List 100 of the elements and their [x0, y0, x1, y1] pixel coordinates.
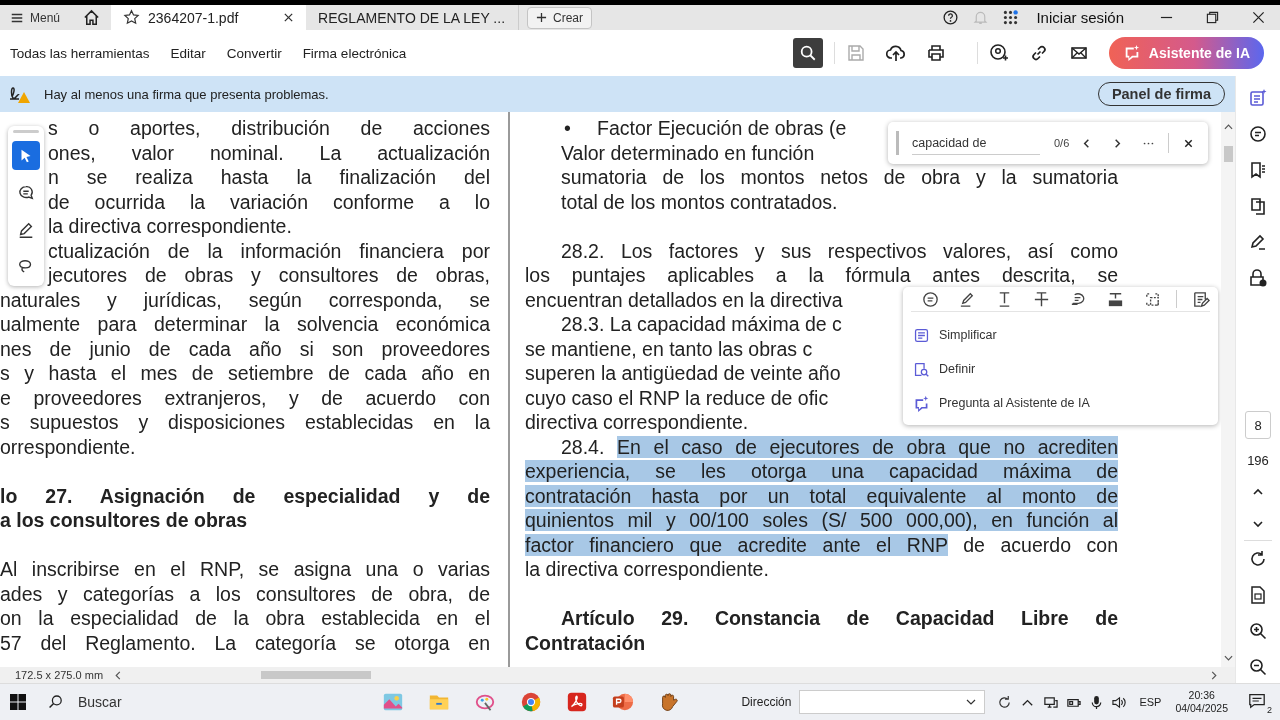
language-indicator[interactable]: ESP — [1139, 696, 1162, 708]
search-icon — [798, 44, 817, 62]
network-icon[interactable] — [1043, 694, 1059, 710]
scroll-thumb[interactable] — [1223, 146, 1233, 162]
find-input[interactable]: capacidad de — [912, 131, 1040, 155]
volume-icon[interactable] — [1112, 694, 1128, 710]
menu-item[interactable]: Pregunta al Asistente de IA — [911, 386, 1090, 420]
browser-icon[interactable] — [520, 691, 542, 713]
zoom-in-icon[interactable] — [1248, 621, 1268, 641]
refresh-icon[interactable] — [997, 694, 1013, 710]
document-tab[interactable]: REGLAMENTO DE LA LEY ... — [306, 5, 520, 30]
comment-icon[interactable] — [1248, 124, 1268, 144]
sign-in-button[interactable]: Iniciar sesión — [1036, 9, 1124, 26]
document-line: ualmente para determinar la solvencia económica — [0, 312, 490, 337]
pages-icon[interactable] — [1248, 196, 1268, 216]
document-line: jecutores de obras y consultores de obras, — [48, 263, 490, 288]
zoom-out-icon[interactable] — [1248, 657, 1268, 677]
comment-icon[interactable] — [921, 289, 940, 309]
presentation-app-icon[interactable] — [612, 691, 634, 713]
document-line: nes de junio de cada año si son proveedores — [0, 336, 490, 361]
pen-sign-icon[interactable] — [1248, 232, 1268, 252]
strikethrough-icon[interactable] — [1032, 289, 1051, 309]
cloud-upload-icon[interactable] — [885, 43, 906, 63]
document-line: 57 del Reglamento. La categoría se otorga en — [0, 630, 490, 655]
start-icon[interactable] — [10, 694, 26, 710]
menu-item[interactable]: Simplificar — [911, 318, 997, 352]
comment-icon — [17, 183, 35, 202]
help-icon[interactable] — [942, 9, 960, 26]
document-line: ades y categorías a los consultores de obra, de — [0, 581, 490, 606]
plus-icon — [536, 12, 548, 23]
star-icon[interactable] — [123, 9, 141, 26]
scroll-thumb[interactable] — [261, 671, 372, 679]
share-person-icon[interactable] — [988, 43, 1009, 63]
document-line: la directiva correspondiente. — [48, 214, 292, 239]
document-line: n se realiza hasta la finalización del — [48, 165, 490, 190]
toolbar-menu[interactable]: Convertir — [226, 45, 282, 61]
scroll-down-icon[interactable] — [1223, 655, 1233, 661]
previous-page-icon[interactable] — [1252, 488, 1264, 496]
close-icon[interactable] — [1183, 137, 1195, 149]
page-number-field[interactable]: 8 — [1245, 411, 1271, 439]
ai-summary-icon[interactable] — [1248, 88, 1268, 108]
document-line: encuentran detallados en la directiva — [525, 287, 843, 312]
scroll-right-icon[interactable] — [1211, 670, 1217, 680]
select-tool-button[interactable] — [12, 141, 40, 170]
signature-warning-icon — [9, 84, 31, 104]
document-line: Valor determinado en función — [560, 140, 815, 165]
edit-note-icon[interactable] — [1191, 289, 1210, 309]
menu-item[interactable]: Definir — [911, 352, 976, 386]
document-line: • Factor Ejecución de obras (e — [563, 116, 847, 141]
document-line: naturales y jurídicas, según corresponda, se — [0, 287, 490, 312]
document-line: se mantiene, en tanto las obras c — [525, 336, 813, 361]
scroll-left-icon[interactable] — [115, 670, 122, 680]
rotate-icon[interactable] — [1248, 549, 1268, 569]
document-line: a los consultores de obras — [0, 508, 248, 533]
document-line: la directiva correspondiente. — [525, 557, 769, 582]
document-line: e proveedores extranjeros, y de acuerdo con — [0, 385, 490, 410]
document-line: s supuestos y disposiciones establecidas en la — [0, 410, 490, 435]
vertical-scrollbar[interactable] — [1221, 112, 1235, 667]
document-line: factor financiero que acredite ante el RNP de acuerdo con — [525, 532, 1118, 557]
match-count: 0/6 — [1054, 137, 1070, 149]
address-field[interactable] — [799, 690, 986, 714]
protect-icon[interactable] — [1248, 268, 1268, 288]
menu-button[interactable]: Menú — [10, 10, 61, 25]
document-search-icon — [913, 360, 930, 378]
caret-icon[interactable] — [966, 699, 977, 705]
list-icon — [913, 326, 930, 344]
print-icon[interactable] — [925, 43, 946, 63]
document-line: Artículo 29. Constancia de Capacidad Libre de — [560, 606, 1118, 631]
document-line: orrespondiente. — [0, 434, 136, 459]
document-line: cuyo caso el RNP la reduce de ofic — [525, 385, 829, 410]
ai-assistant-button[interactable]: Asistente de IA — [1108, 37, 1264, 69]
notifications-button[interactable]: 2 — [1248, 692, 1270, 712]
toolbar-menu[interactable]: Firma electrónica — [302, 45, 407, 61]
taskbar-search-field[interactable]: Buscar — [76, 693, 280, 711]
document-line: lo 27. Asignación de especialidad y de — [0, 483, 490, 508]
pdf-reader-icon[interactable] — [566, 691, 588, 713]
clock-time: 20:36 — [1188, 689, 1215, 702]
create-button[interactable]: Crear — [527, 6, 593, 29]
banner-message: Hay al menos una firma que presenta problemas. — [44, 86, 329, 102]
fit-page-icon[interactable] — [1248, 585, 1268, 605]
toolbar-menu[interactable]: Todas las herramientas — [10, 45, 150, 61]
document-line: 28.4. En el caso de ejecutores de obra que no acrediten — [560, 434, 1118, 459]
scroll-up-icon[interactable] — [1223, 124, 1233, 130]
document-line: 28.2. Los factores y sus respectivos valores, así como — [560, 238, 1118, 263]
close-icon[interactable] — [1252, 11, 1265, 24]
sparkle-chat-icon — [913, 394, 930, 412]
snipping-tool-icon[interactable] — [382, 691, 404, 713]
page-count: 196 — [1247, 453, 1269, 468]
document-line: s y hasta el mes de setiembre de cada año en — [0, 361, 490, 386]
apps-icon[interactable] — [1002, 9, 1020, 26]
restore-icon[interactable] — [1206, 11, 1219, 24]
bookmark-icon[interactable] — [1248, 160, 1268, 180]
search-button[interactable] — [792, 38, 823, 68]
document-line: s o aportes, distribución de acciones — [48, 116, 490, 141]
document-line: superen la antigüedad de veinte año — [525, 361, 841, 386]
toolbar-menu[interactable]: Editar — [170, 45, 206, 61]
close-icon[interactable] — [283, 12, 295, 23]
document-tab[interactable]: 2364207-1.pdf — [111, 5, 307, 30]
document-line: ones, valor nominal. La actualización — [48, 140, 490, 165]
next-page-icon[interactable] — [1252, 520, 1264, 528]
